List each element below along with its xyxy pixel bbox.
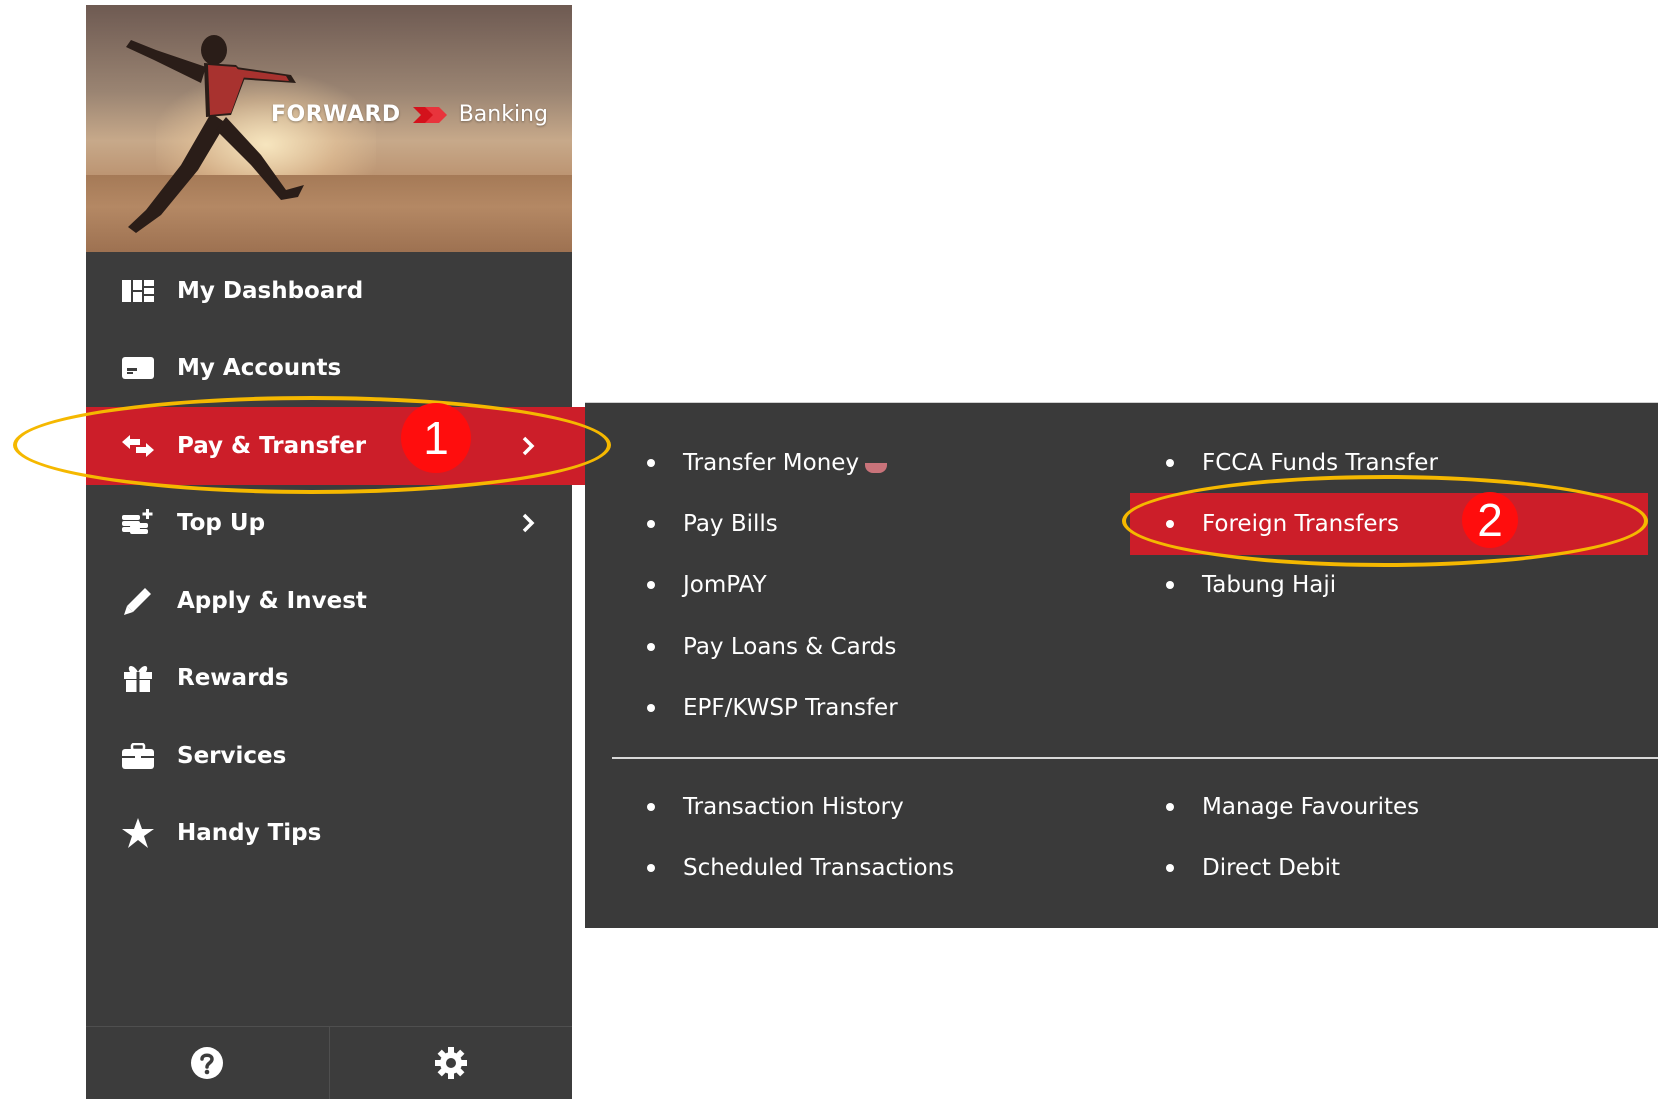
- submenu-item-label: Transaction History: [683, 794, 904, 820]
- runner-illustration: [126, 35, 304, 233]
- submenu-item-label: JomPAY: [683, 572, 767, 598]
- step-badge-2: 2: [1462, 492, 1518, 548]
- sidebar-item-rewards[interactable]: Rewards: [86, 640, 572, 718]
- submenu-item-pay-loans-cards[interactable]: Pay Loans & Cards: [647, 622, 896, 672]
- submenu-item-label: FCCA Funds Transfer: [1202, 450, 1438, 476]
- submenu-item-jompay[interactable]: JomPAY: [647, 560, 767, 610]
- sidebar-nav: My Dashboard My Accounts Pay & Transfer: [86, 252, 586, 873]
- bullet-icon: [647, 864, 655, 872]
- submenu-item-manage-favourites[interactable]: Manage Favourites: [1166, 782, 1419, 832]
- sidebar-item-my-dashboard[interactable]: My Dashboard: [86, 252, 572, 330]
- help-icon: [191, 1047, 224, 1079]
- sidebar-item-handy-tips[interactable]: Handy Tips: [86, 795, 572, 873]
- submenu-item-foreign-transfers[interactable]: Foreign Transfers: [1130, 493, 1648, 555]
- submenu-item-transaction-history[interactable]: Transaction History: [647, 782, 904, 832]
- brand-arrow-icon: [412, 106, 447, 123]
- submenu-item-label: Manage Favourites: [1202, 794, 1420, 820]
- submenu-item-label: Pay Loans & Cards: [683, 634, 897, 660]
- brand-forward-text: FORWARD: [271, 102, 401, 127]
- sidebar-item-pay-transfer[interactable]: Pay & Transfer: [86, 407, 586, 485]
- submenu-item-transfer-money[interactable]: Transfer Money: [647, 438, 888, 488]
- gear-icon: [434, 1047, 467, 1079]
- sidebar-item-label: Services: [177, 742, 287, 769]
- brand-banking-text: Banking: [458, 102, 548, 127]
- banner: FORWARD Banking: [86, 5, 572, 252]
- bullet-icon: [647, 803, 655, 811]
- dashboard-icon: [122, 275, 154, 307]
- sidebar-item-label: Apply & Invest: [177, 587, 367, 614]
- settings-button[interactable]: [330, 1027, 573, 1099]
- submenu-item-label: Tabung Haji: [1202, 572, 1337, 598]
- bullet-icon: [647, 581, 655, 589]
- submenu-item-label: Pay Bills: [683, 511, 778, 537]
- bullet-icon: [1166, 803, 1174, 811]
- submenu-item-direct-debit[interactable]: Direct Debit: [1166, 843, 1340, 893]
- card-icon: [122, 352, 154, 384]
- bullet-icon: [647, 643, 655, 651]
- sidebar-item-services[interactable]: Services: [86, 717, 572, 795]
- submenu-item-scheduled-transactions[interactable]: Scheduled Transactions: [647, 843, 954, 893]
- sidebar-item-label: My Dashboard: [177, 277, 364, 304]
- coin-icon: [865, 463, 888, 473]
- bullet-icon: [647, 459, 655, 467]
- submenu-item-tabung-haji[interactable]: Tabung Haji: [1166, 560, 1336, 610]
- submenu-item-label: Foreign Transfers: [1202, 511, 1399, 537]
- briefcase-icon: [122, 740, 154, 772]
- submenu-item-epf-kwsp-transfer[interactable]: EPF/KWSP Transfer: [647, 683, 898, 733]
- bullet-icon: [647, 520, 655, 528]
- sidebar-item-label: Handy Tips: [177, 820, 322, 847]
- bullet-icon: [1166, 459, 1174, 467]
- sidebar-item-label: Top Up: [177, 510, 266, 537]
- bullet-icon: [1166, 581, 1174, 589]
- bullet-icon: [1166, 520, 1174, 528]
- bullet-icon: [647, 704, 655, 712]
- submenu-item-pay-bills[interactable]: Pay Bills: [647, 499, 778, 549]
- help-button[interactable]: [86, 1027, 330, 1099]
- sidebar-item-my-accounts[interactable]: My Accounts: [86, 330, 572, 408]
- submenu-item-label: Transfer Money: [683, 450, 860, 476]
- submenu-item-label: Direct Debit: [1202, 855, 1341, 881]
- coins-plus-icon: [122, 507, 154, 539]
- sidebar: FORWARD Banking My Dashboard My Accounts: [86, 5, 586, 1099]
- star-icon: [122, 817, 154, 849]
- pay-transfer-submenu: Transfer Money Pay Bills JomPAY Pay Loan…: [585, 402, 1658, 928]
- gift-icon: [122, 662, 154, 694]
- chevron-right-icon: [522, 514, 535, 533]
- submenu-item-label: EPF/KWSP Transfer: [683, 695, 898, 721]
- sidebar-footer: [86, 1026, 572, 1099]
- sidebar-item-apply-invest[interactable]: Apply & Invest: [86, 562, 572, 640]
- brand-logo: FORWARD Banking: [271, 102, 548, 127]
- sidebar-item-label: Pay & Transfer: [177, 432, 367, 459]
- submenu-divider: [612, 757, 1658, 759]
- bullet-icon: [1166, 864, 1174, 872]
- sidebar-item-top-up[interactable]: Top Up: [86, 485, 572, 563]
- transfer-arrows-icon: [122, 430, 154, 462]
- pencil-icon: [122, 585, 154, 617]
- step-badge-1: 1: [401, 403, 471, 473]
- submenu-item-label: Scheduled Transactions: [683, 855, 955, 881]
- submenu-item-fcca-funds-transfer[interactable]: FCCA Funds Transfer: [1166, 438, 1438, 488]
- chevron-right-icon: [522, 436, 535, 455]
- sidebar-item-label: My Accounts: [177, 355, 342, 382]
- sidebar-item-label: Rewards: [177, 665, 289, 692]
